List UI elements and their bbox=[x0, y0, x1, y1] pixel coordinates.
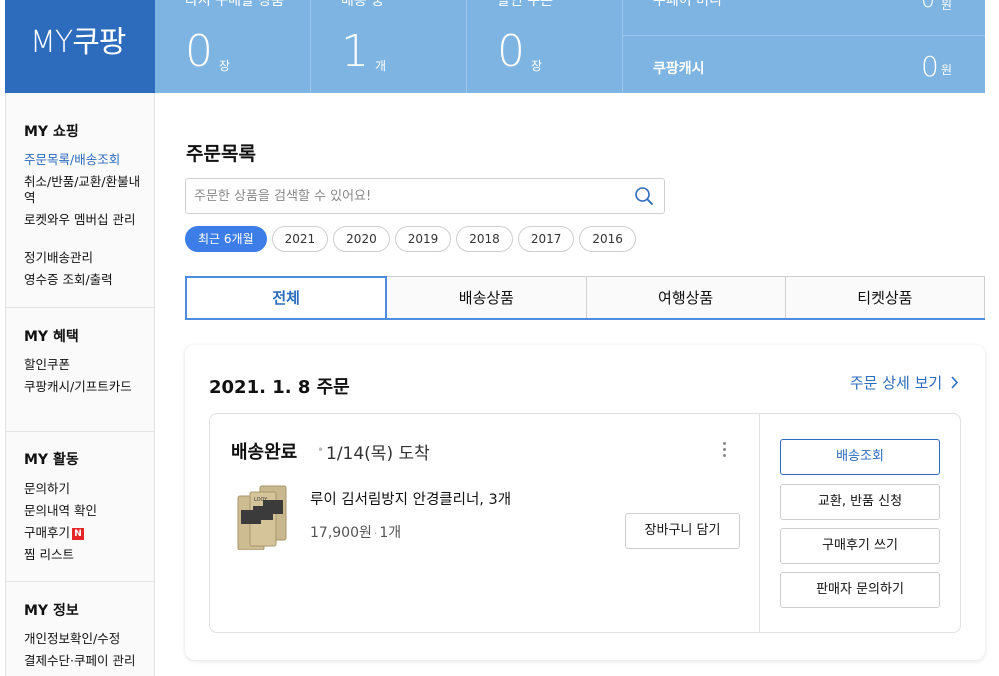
sidebar-item-payment[interactable]: 결제수단·쿠페이 관리 bbox=[24, 653, 150, 669]
stats-strip: 다시 구매할 상품 0 장 배송 중 1 개 할인 쿠폰 0 장 쿠페이 머니 … bbox=[155, 0, 985, 93]
page-title: 주문목록 bbox=[186, 143, 256, 165]
sidebar-title: MY 쇼핑 bbox=[24, 124, 79, 140]
stat-unit: 원 bbox=[941, 63, 953, 77]
stat-label: 할인 쿠폰 bbox=[497, 0, 553, 9]
sidebar-title: MY 혜택 bbox=[24, 329, 79, 345]
more-options-icon[interactable] bbox=[718, 440, 730, 460]
search-icon[interactable] bbox=[634, 186, 654, 206]
add-to-cart-button[interactable]: 장바구니 담기 bbox=[625, 513, 740, 549]
thumb-brand: LOOY bbox=[254, 497, 268, 503]
stat-label: 배송 중 bbox=[341, 0, 385, 9]
sidebar-section-info: MY 정보 개인정보확인/수정 결제수단·쿠페이 관리 bbox=[6, 582, 154, 676]
product-name[interactable]: 루이 김서림방지 안경클리너, 3개 bbox=[310, 488, 511, 509]
new-badge: N bbox=[72, 528, 85, 540]
sidebar-title: MY 정보 bbox=[24, 603, 79, 619]
sidebar-item-subscription[interactable]: 정기배송관리 bbox=[24, 250, 150, 266]
sidebar-item-cancel-return[interactable]: 취소/반품/교환/환불내역 bbox=[24, 174, 150, 206]
product-thumbnail[interactable]: LOOY bbox=[234, 484, 294, 550]
period-filter: 최근 6개월 2021 2020 2019 2018 2017 2016 bbox=[185, 226, 636, 252]
write-review-button[interactable]: 구매후기 쓰기 bbox=[780, 528, 940, 564]
separator-dot: • bbox=[317, 443, 325, 457]
sidebar-item-label: 구매후기 bbox=[24, 525, 71, 540]
sidebar-section-benefits: MY 혜택 할인쿠폰 쿠팡캐시/기프트카드 bbox=[6, 308, 154, 432]
exchange-return-button[interactable]: 교환, 반품 신청 bbox=[780, 484, 940, 520]
order-actions: 배송조회 교환, 반품 신청 구매후기 쓰기 판매자 문의하기 bbox=[759, 414, 960, 632]
stat-coupay-money[interactable]: 쿠페이 머니 0 원 bbox=[623, 0, 985, 36]
sidebar-section-activity: MY 활동 문의하기 문의내역 확인 구매후기 N 찜 리스트 bbox=[6, 432, 154, 582]
stat-coupons[interactable]: 할인 쿠폰 0 장 bbox=[467, 0, 623, 93]
track-delivery-button[interactable]: 배송조회 bbox=[780, 439, 940, 475]
order-detail-label: 주문 상세 보기 bbox=[849, 374, 943, 392]
stat-label: 쿠페이 머니 bbox=[653, 0, 722, 9]
stat-unit: 장 bbox=[531, 59, 543, 73]
tab-ticket[interactable]: 티켓상품 bbox=[785, 276, 985, 318]
logo[interactable]: MY쿠팡 bbox=[30, 17, 126, 61]
stat-coupang-cash[interactable]: 쿠팡캐시 0 원 bbox=[623, 37, 985, 93]
order-detail-link[interactable]: 주문 상세 보기 bbox=[850, 372, 959, 393]
stat-label: 쿠팡캐시 bbox=[653, 61, 705, 77]
logo-box[interactable]: MY쿠팡 bbox=[5, 0, 155, 93]
order-date: 2021. 1. 8 주문 bbox=[209, 377, 350, 398]
chip-recent-6-months[interactable]: 최근 6개월 bbox=[185, 226, 267, 252]
stat-reorder[interactable]: 다시 구매할 상품 0 장 bbox=[155, 0, 311, 93]
chevron-right-icon bbox=[951, 376, 959, 389]
product-price: 17,900원 bbox=[310, 525, 372, 541]
chip-year-2018[interactable]: 2018 bbox=[456, 226, 513, 252]
search-box bbox=[185, 178, 665, 214]
sidebar-item-inquiry[interactable]: 문의하기 bbox=[24, 481, 150, 497]
delivery-status: 배송완료 bbox=[231, 442, 298, 463]
chip-year-2017[interactable]: 2017 bbox=[517, 226, 575, 252]
chip-year-2021[interactable]: 2021 bbox=[271, 226, 329, 252]
stat-unit: 개 bbox=[375, 59, 387, 73]
sidebar-item-inquiry-history[interactable]: 문의내역 확인 bbox=[24, 503, 150, 519]
tab-all[interactable]: 전체 bbox=[185, 276, 388, 318]
stat-value: 0 bbox=[497, 26, 525, 77]
stat-unit: 원 bbox=[941, 0, 953, 12]
stat-shipping[interactable]: 배송 중 1 개 bbox=[311, 0, 467, 93]
tab-travel[interactable]: 여행상품 bbox=[586, 276, 786, 318]
tab-shipping[interactable]: 배송상품 bbox=[387, 276, 587, 318]
order-type-tabs: 전체 배송상품 여행상품 티켓상품 bbox=[185, 276, 985, 320]
contact-seller-button[interactable]: 판매자 문의하기 bbox=[780, 572, 940, 608]
stat-value: 0 bbox=[921, 50, 939, 83]
order-card: 2021. 1. 8 주문 주문 상세 보기 배송완료 • 1/14(목) 도착… bbox=[185, 345, 985, 660]
sidebar-item-reviews[interactable]: 구매후기 N bbox=[24, 525, 150, 541]
product-price-line: 17,900원 · 1개 bbox=[310, 525, 402, 541]
sidebar: MY 쇼핑 주문목록/배송조회 취소/반품/교환/환불내역 로켓와우 멤버십 관… bbox=[5, 93, 155, 676]
stat-value: 0 bbox=[921, 0, 935, 13]
chip-year-2020[interactable]: 2020 bbox=[333, 226, 390, 252]
stat-label: 다시 구매할 상품 bbox=[185, 0, 285, 9]
sidebar-item-coupons[interactable]: 할인쿠폰 bbox=[24, 357, 150, 373]
sidebar-title: MY 활동 bbox=[24, 452, 79, 468]
sidebar-item-rocketwow[interactable]: 로켓와우 멤버십 관리 bbox=[24, 212, 150, 228]
search-input[interactable] bbox=[194, 179, 624, 213]
sidebar-item-orders[interactable]: 주문목록/배송조회 bbox=[24, 152, 150, 168]
sidebar-item-receipts[interactable]: 영수증 조회/출력 bbox=[24, 272, 150, 288]
stat-unit: 장 bbox=[219, 59, 231, 73]
sidebar-item-cash-giftcard[interactable]: 쿠팡캐시/기프트카드 bbox=[24, 379, 150, 395]
stat-value: 1 bbox=[341, 26, 369, 77]
order-item-box: 배송완료 • 1/14(목) 도착 LOOY 루이 김서림방지 안경클리너, 3… bbox=[209, 413, 961, 633]
product-quantity: 1개 bbox=[379, 525, 402, 541]
sidebar-section-shopping: MY 쇼핑 주문목록/배송조회 취소/반품/교환/환불내역 로켓와우 멤버십 관… bbox=[6, 93, 154, 308]
sidebar-item-profile[interactable]: 개인정보확인/수정 bbox=[24, 631, 150, 647]
sidebar-item-wishlist[interactable]: 찜 리스트 bbox=[24, 547, 150, 563]
chip-year-2016[interactable]: 2016 bbox=[579, 226, 636, 252]
stat-value: 0 bbox=[185, 26, 213, 77]
arrival-date: 1/14(목) 도착 bbox=[326, 444, 430, 464]
chip-year-2019[interactable]: 2019 bbox=[394, 226, 452, 252]
